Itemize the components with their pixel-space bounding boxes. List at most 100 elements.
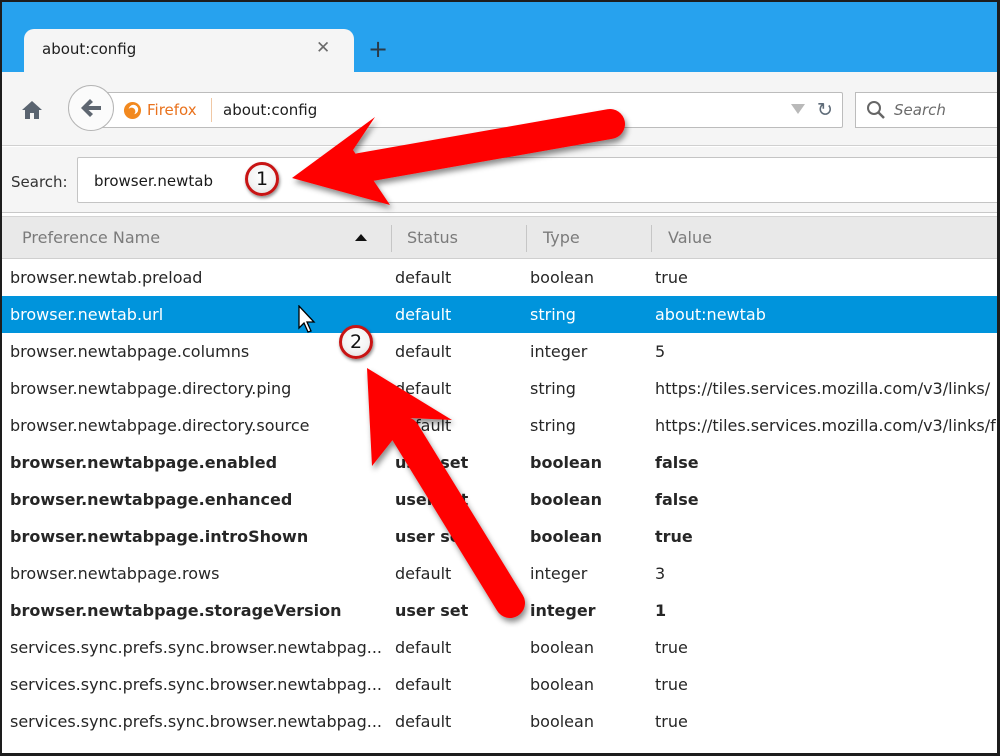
config-search-label: Search:	[11, 173, 68, 191]
value-cell: 3	[655, 564, 666, 583]
value-cell: true	[655, 675, 688, 694]
url-text[interactable]: about:config	[223, 101, 317, 119]
type-cell: string	[530, 305, 576, 324]
config-search-value: browser.newtab	[94, 172, 214, 190]
type-cell: boolean	[530, 268, 594, 287]
column-header-status[interactable]: Status	[407, 228, 458, 247]
table-header: Preference Name Status Type Value	[2, 216, 997, 259]
type-cell: string	[530, 416, 576, 435]
type-cell: boolean	[530, 527, 602, 546]
pref-name-cell: browser.newtabpage.enhanced	[10, 490, 293, 509]
table-row[interactable]: browser.newtabpage.enhanced user set boole…	[2, 481, 997, 518]
value-cell: 5	[655, 342, 666, 361]
type-cell: integer	[530, 601, 596, 620]
status-cell: default	[395, 342, 452, 361]
firefox-logo-icon	[123, 101, 142, 120]
table-row[interactable]: browser.newtabpage.introShown user set boo…	[2, 518, 997, 555]
search-bar[interactable]: Search	[855, 92, 997, 128]
back-arrow-icon	[81, 99, 101, 117]
nav-toolbar: Firefox about:config ↻ Search	[2, 72, 997, 146]
status-cell: default	[395, 638, 452, 657]
pref-name-cell: browser.newtabpage.columns	[10, 342, 250, 361]
pref-name-cell: services.sync.prefs.sync.browser.newtabp…	[10, 712, 382, 731]
tab-title: about:config	[42, 40, 137, 58]
close-icon[interactable]: ✕	[316, 38, 330, 58]
column-header-preference-name[interactable]: Preference Name	[22, 228, 160, 247]
tab-strip: about:config ✕ +	[2, 2, 997, 74]
step-badge-1: 1	[245, 162, 279, 196]
status-cell: user set	[395, 453, 469, 472]
value-cell: false	[655, 453, 699, 472]
value-cell: true	[655, 638, 688, 657]
status-cell: default	[395, 416, 452, 435]
step-badge-2: 2	[339, 325, 373, 359]
table-row[interactable]: browser.newtabpage.directory.source defau…	[2, 407, 997, 444]
table-row[interactable]: browser.newtabpage.rows default integer 3	[2, 555, 997, 592]
preferences-table: browser.newtab.preload default boolean true…	[2, 259, 997, 740]
table-row[interactable]: browser.newtab.url default string about:new…	[2, 296, 997, 333]
status-cell: user set	[395, 490, 469, 509]
plus-icon[interactable]: +	[368, 37, 388, 61]
column-separator[interactable]	[391, 225, 392, 252]
table-row[interactable]: services.sync.prefs.sync.browser.newtabp…	[2, 666, 997, 703]
value-cell: about:newtab	[655, 305, 766, 324]
status-cell: default	[395, 268, 452, 287]
pref-name-cell: browser.newtab.preload	[10, 268, 203, 287]
search-placeholder: Search	[894, 101, 946, 119]
tab-about-config[interactable]: about:config ✕	[24, 29, 354, 74]
value-cell: 1	[655, 601, 667, 620]
type-cell: boolean	[530, 675, 594, 694]
column-header-value[interactable]: Value	[668, 228, 712, 247]
value-cell: false	[655, 490, 699, 509]
table-row[interactable]: browser.newtabpage.storageVersion user se…	[2, 592, 997, 629]
status-cell: default	[395, 305, 452, 324]
value-cell: true	[655, 268, 688, 287]
type-cell: boolean	[530, 712, 594, 731]
type-cell: boolean	[530, 638, 594, 657]
identity-label[interactable]: Firefox	[147, 101, 197, 119]
url-bar[interactable]: Firefox about:config ↻	[98, 92, 843, 128]
pref-name-cell: browser.newtabpage.enabled	[10, 453, 278, 472]
value-cell: true	[655, 527, 693, 546]
browser-window: about:config ✕ + Firefox about:config ↻	[0, 0, 1000, 756]
value-cell: https://tiles.services.mozilla.com/v3/li…	[655, 416, 996, 435]
pref-name-cell: services.sync.prefs.sync.browser.newtabp…	[10, 675, 382, 694]
home-icon[interactable]	[20, 98, 44, 122]
column-header-type[interactable]: Type	[543, 228, 580, 247]
pref-name-cell: browser.newtabpage.directory.source	[10, 416, 310, 435]
type-cell: integer	[530, 564, 588, 583]
column-separator[interactable]	[526, 225, 527, 252]
pref-name-cell: browser.newtabpage.storageVersion	[10, 601, 342, 620]
config-search-row: Search: browser.newtab	[2, 147, 997, 213]
table-row[interactable]: services.sync.prefs.sync.browser.newtabp…	[2, 703, 997, 740]
config-search-input[interactable]: browser.newtab	[77, 157, 997, 203]
value-cell: https://tiles.services.mozilla.com/v3/li…	[655, 379, 991, 398]
status-cell: default	[395, 712, 452, 731]
pref-name-cell: browser.newtab.url	[10, 305, 164, 324]
dropdown-triangle-icon[interactable]	[791, 104, 805, 114]
column-separator[interactable]	[651, 225, 652, 252]
sort-ascending-icon	[355, 234, 367, 241]
table-row[interactable]: browser.newtabpage.directory.ping default…	[2, 370, 997, 407]
table-row[interactable]: browser.newtabpage.enabled user set boolea…	[2, 444, 997, 481]
table-row[interactable]: services.sync.prefs.sync.browser.newtabp…	[2, 629, 997, 666]
status-cell: default	[395, 564, 452, 583]
mouse-cursor-icon	[298, 305, 316, 333]
pref-name-cell: browser.newtabpage.directory.ping	[10, 379, 292, 398]
reload-icon[interactable]: ↻	[817, 99, 833, 121]
type-cell: string	[530, 379, 576, 398]
value-cell: true	[655, 712, 688, 731]
type-cell: boolean	[530, 453, 602, 472]
status-cell: default	[395, 675, 452, 694]
table-row[interactable]: browser.newtab.preload default boolean true	[2, 259, 997, 296]
type-cell: boolean	[530, 490, 602, 509]
pref-name-cell: services.sync.prefs.sync.browser.newtabp…	[10, 638, 382, 657]
back-button[interactable]	[68, 85, 114, 131]
status-cell: user set	[395, 527, 469, 546]
search-icon	[867, 101, 885, 119]
table-row[interactable]: browser.newtabpage.columns default integer…	[2, 333, 997, 370]
type-cell: integer	[530, 342, 588, 361]
pref-name-cell: browser.newtabpage.rows	[10, 564, 220, 583]
identity-separator	[211, 98, 212, 122]
status-cell: user set	[395, 601, 469, 620]
